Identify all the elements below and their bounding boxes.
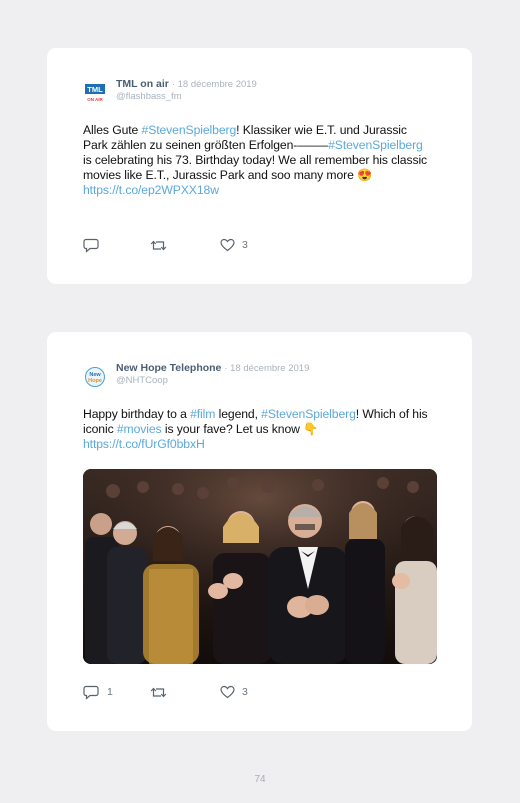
tweet-text-segment: legend, <box>215 407 262 421</box>
reply-button[interactable]: 1 <box>83 685 113 701</box>
url-link[interactable]: https://t.co/fUrGf0bbxH <box>83 437 205 451</box>
url-link[interactable]: https://t.co/ep2WPXX18w <box>83 183 219 197</box>
avatar-logo-subtext: Hope <box>88 378 102 384</box>
page-number: 74 <box>254 774 266 785</box>
hashtag-link[interactable]: #film <box>190 407 215 421</box>
hashtag-link[interactable]: #movies <box>117 422 162 436</box>
author-handle[interactable]: @NHTCoop <box>116 375 168 386</box>
hashtag-link[interactable]: #StevenSpielberg <box>328 138 423 152</box>
hashtag-link[interactable]: #StevenSpielberg <box>142 123 237 137</box>
author-line: TML on air · 18 décembre 2019 <box>116 78 257 90</box>
tweet-text-segment: Happy birthday to a <box>83 407 191 421</box>
avatar[interactable]: New Hope <box>83 366 107 388</box>
reply-icon <box>83 238 99 253</box>
avatar[interactable]: TML ON AIR <box>83 82 107 104</box>
like-button[interactable]: 3 <box>220 238 248 254</box>
tweet-media-gif[interactable] <box>83 469 437 664</box>
avatar-logo-text: TML <box>87 85 103 94</box>
like-count: 3 <box>242 686 248 698</box>
reply-icon <box>83 685 99 700</box>
retweet-button[interactable] <box>150 685 167 701</box>
tweet-text-segment: is celebrating his 73. Birthday today! W… <box>83 153 428 182</box>
tweet-header: New Hope New Hope Telephone · 18 décembr… <box>83 362 443 396</box>
hashtag-link[interactable]: #StevenSpielberg <box>261 407 356 421</box>
retweet-button[interactable] <box>150 238 167 254</box>
like-count: 3 <box>242 239 248 251</box>
reply-button[interactable] <box>83 238 99 254</box>
like-button[interactable]: 3 <box>220 685 248 701</box>
tweet-actions: 3 <box>83 238 343 258</box>
tweet-text-segment: Alles Gute <box>83 123 142 137</box>
avatar-logo-subtext: ON AIR <box>87 97 103 102</box>
author-name[interactable]: TML on air <box>116 78 169 90</box>
tweet-card-2: New Hope New Hope Telephone · 18 décembr… <box>47 332 472 731</box>
tweet-text: Happy birthday to a #film legend, #Steve… <box>83 407 428 452</box>
reply-count: 1 <box>107 686 113 698</box>
heart-icon <box>220 685 235 699</box>
heart-icon <box>220 238 235 252</box>
tweet-card-1: TML ON AIR TML on air · 18 décembre 2019… <box>47 48 472 284</box>
retweet-icon <box>150 240 167 251</box>
tweet-actions: 1 3 <box>83 685 343 705</box>
tweet-date: · 18 décembre 2019 <box>171 79 257 90</box>
tweet-text: Alles Gute #StevenSpielberg! Klassiker w… <box>83 123 428 198</box>
retweet-icon <box>150 687 167 698</box>
tweet-text-segment: is your fave? Let us know 👇 <box>161 422 319 436</box>
tweet-date: · 18 décembre 2019 <box>224 363 310 374</box>
author-handle[interactable]: @flashbass_fm <box>116 91 182 102</box>
applause-scene-image <box>83 469 437 664</box>
tweet-header: TML ON AIR TML on air · 18 décembre 2019… <box>83 78 443 112</box>
author-name[interactable]: New Hope Telephone <box>116 362 221 374</box>
author-line: New Hope Telephone · 18 décembre 2019 <box>116 362 309 374</box>
